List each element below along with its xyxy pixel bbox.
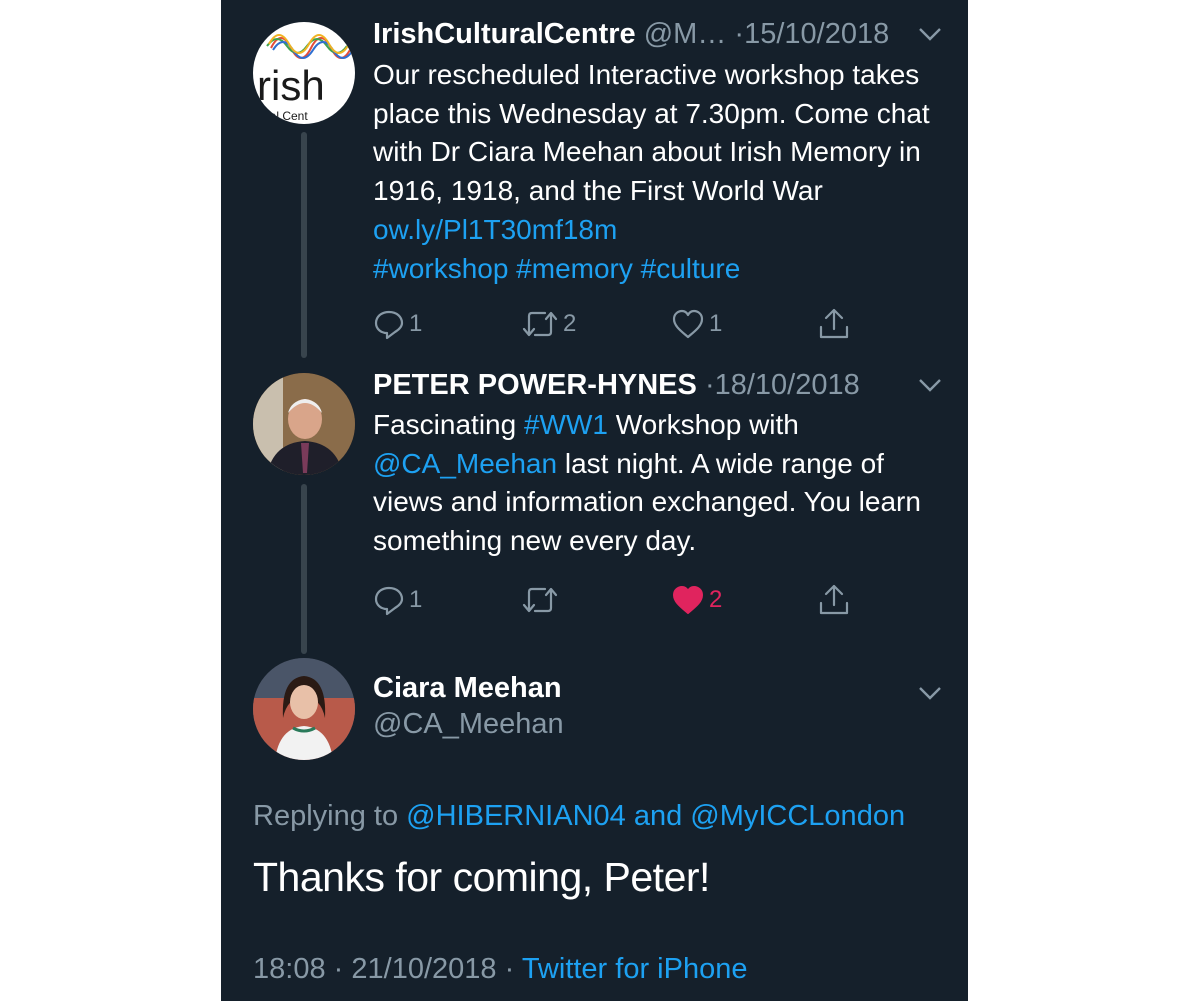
tweet-actions: 1 2 1 xyxy=(373,304,913,344)
heart-filled-icon xyxy=(673,586,703,614)
tweet-text: Fascinating #WW1 Workshop with @CA_Meeha… xyxy=(373,406,943,561)
reply-icon xyxy=(374,310,404,340)
tweet-link[interactable]: ow.ly/Pl1T30mf18m xyxy=(373,214,617,245)
chevron-down-icon[interactable] xyxy=(917,21,943,47)
tweet-date[interactable]: 15/10/2018 xyxy=(744,18,889,50)
thread-line xyxy=(301,132,307,358)
reply-count: 1 xyxy=(409,586,423,613)
reply-count: 1 xyxy=(409,310,423,337)
replying-to-users[interactable]: @HIBERNIAN04 and @MyICCLondon xyxy=(406,800,905,832)
heart-icon xyxy=(672,309,704,339)
tweet-header: PETER POWER-HYNES ·18/10/2018 xyxy=(373,367,860,403)
retweet-icon xyxy=(522,587,558,613)
display-name[interactable]: Ciara Meehan xyxy=(373,672,562,705)
share-button[interactable] xyxy=(817,580,851,620)
display-name[interactable]: PETER POWER-HYNES xyxy=(373,369,697,401)
separator-dot: · xyxy=(504,953,515,985)
separator-dot: · xyxy=(734,18,745,50)
share-icon xyxy=(819,308,849,339)
replying-to-label: Replying to xyxy=(253,800,407,832)
tweet-text-body: Fascinating xyxy=(373,409,524,440)
svg-text:ltural Cent: ltural Cent xyxy=(253,109,308,123)
share-button[interactable] xyxy=(817,304,851,344)
retweet-button[interactable]: 2 xyxy=(521,304,576,344)
profile-photo xyxy=(253,658,355,760)
reply-icon xyxy=(374,586,404,616)
chevron-down-icon[interactable] xyxy=(917,372,943,398)
tweet-text-body: Workshop with xyxy=(607,409,799,440)
handle[interactable]: @CA_Meehan xyxy=(373,708,564,741)
tweet-text-body: Our rescheduled Interactive workshop tak… xyxy=(373,59,930,207)
retweet-icon xyxy=(522,311,558,337)
retweet-count: 2 xyxy=(563,310,577,337)
profile-photo xyxy=(253,373,355,475)
handle[interactable]: @M… xyxy=(644,18,727,50)
irish-cultural-centre-logo: rish ltural Cent xyxy=(253,34,354,123)
like-count: 1 xyxy=(709,310,723,337)
tweet-thread: rish ltural Cent IrishCulturalCentre @M…… xyxy=(221,0,968,1001)
reply-button[interactable]: 1 xyxy=(373,304,422,344)
tweet-actions: 1 2 xyxy=(373,580,913,620)
separator-dot: · xyxy=(333,953,344,985)
hashtags[interactable]: #workshop #memory #culture xyxy=(373,253,740,284)
like-count: 2 xyxy=(709,586,723,613)
hashtag[interactable]: #WW1 xyxy=(524,409,608,440)
svg-text:rish: rish xyxy=(257,62,325,109)
client-link[interactable]: Twitter for iPhone xyxy=(522,953,748,985)
like-button[interactable]: 1 xyxy=(671,304,722,344)
replying-to: Replying to @HIBERNIAN04 and @MyICCLondo… xyxy=(253,800,905,833)
avatar[interactable] xyxy=(253,658,355,760)
tweet-date: 21/10/2018 xyxy=(351,953,497,985)
tweet-date[interactable]: 18/10/2018 xyxy=(715,369,860,401)
tweet-time: 18:08 xyxy=(253,953,326,985)
share-icon xyxy=(819,584,849,615)
separator-dot: · xyxy=(704,369,715,401)
thread-line xyxy=(301,484,307,654)
avatar[interactable] xyxy=(253,373,355,475)
avatar[interactable]: rish ltural Cent xyxy=(253,22,355,124)
tweet-meta: 18:08 · 21/10/2018 · Twitter for iPhone xyxy=(253,953,747,986)
tweet-text: Our rescheduled Interactive workshop tak… xyxy=(373,56,943,288)
display-name[interactable]: IrishCulturalCentre xyxy=(373,18,636,50)
reply-button[interactable]: 1 xyxy=(373,580,422,620)
chevron-down-icon[interactable] xyxy=(917,680,943,706)
retweet-button[interactable] xyxy=(521,580,563,620)
like-button[interactable]: 2 xyxy=(671,580,722,620)
main-tweet-text: Thanks for coming, Peter! xyxy=(253,854,710,900)
tweet-header: IrishCulturalCentre @M… ·15/10/2018 xyxy=(373,16,889,52)
mention[interactable]: @CA_Meehan xyxy=(373,448,557,479)
